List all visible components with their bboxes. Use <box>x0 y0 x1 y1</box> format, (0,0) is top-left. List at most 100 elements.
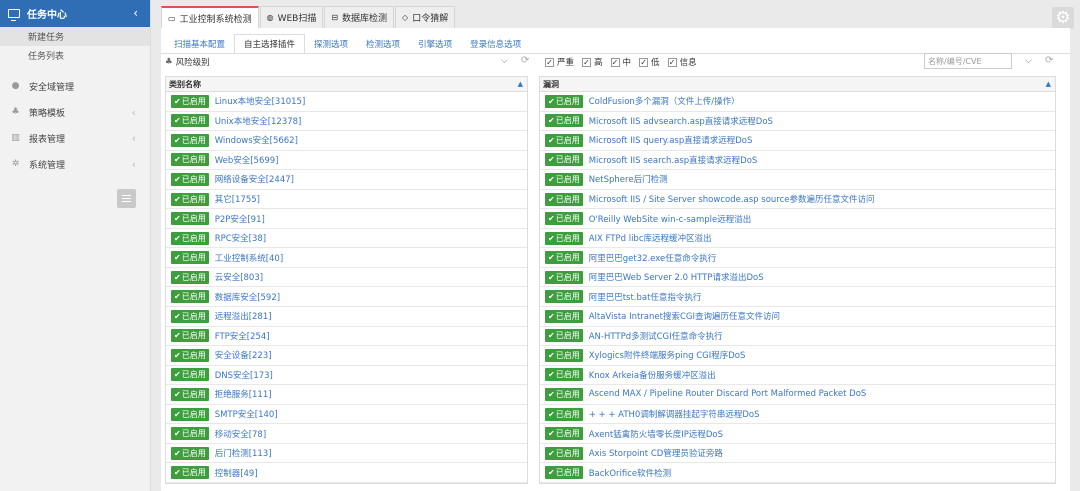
vulnerability-row[interactable]: ✔ 已启用 Axis Storpoint CD管理员验证旁路 <box>540 444 1055 464</box>
enabled-badge[interactable]: ✔ 已启用 <box>171 94 209 108</box>
category-row-label[interactable]: DNS安全[173] <box>215 369 273 381</box>
vulnerability-row[interactable]: ✔ 已启用 O'Reilly WebSite win-c-sample远程溢出 <box>540 209 1055 229</box>
enabled-badge[interactable]: ✔ 已启用 <box>171 231 209 245</box>
category-row[interactable]: ✔ 已启用 安全设备[223] <box>166 346 527 366</box>
enabled-badge[interactable]: ✔ 已启用 <box>171 407 209 421</box>
refresh-icon[interactable]: ⟳ <box>1045 55 1053 66</box>
category-row-label[interactable]: P2P安全[91] <box>215 213 265 225</box>
tab-industrial-control[interactable]: ▭ 工业控制系统检测 <box>161 6 259 28</box>
enabled-badge[interactable]: ✔ 已启用 <box>545 192 583 206</box>
enabled-badge[interactable]: ✔ 已启用 <box>171 212 209 226</box>
subtab-select-plugins[interactable]: 自主选择插件 <box>234 34 306 54</box>
vulnerability-row-label[interactable]: NetSphere后门检测 <box>589 173 668 185</box>
vulnerability-header[interactable]: 漏洞 ▲ <box>540 77 1055 92</box>
risk-level-selector[interactable]: ♣ 风险级别 <box>165 56 210 68</box>
category-row[interactable]: ✔ 已启用 数据库安全[592] <box>166 287 527 308</box>
subtab-scan-basic-config[interactable]: 扫描基本配置 <box>165 34 234 54</box>
category-row[interactable]: ✔ 已启用 云安全[803] <box>166 268 527 288</box>
category-row[interactable]: ✔ 已启用 移动安全[78] <box>166 424 527 444</box>
subtab-engine-options[interactable]: 引擎选项 <box>409 34 461 54</box>
chevron-down-icon[interactable]: ⌵ <box>501 56 508 66</box>
vulnerability-row[interactable]: ✔ 已启用 Ascend MAX / Pipeline Router Discard… <box>540 385 1055 405</box>
category-row[interactable]: ✔ 已启用 其它[1755] <box>166 190 527 210</box>
category-row-label[interactable]: 云安全[803] <box>215 271 263 283</box>
vulnerability-row[interactable]: ✔ 已启用 阿里巴巴Web Server 2.0 HTTP请求溢出DoS <box>540 268 1055 288</box>
enabled-badge[interactable]: ✔ 已启用 <box>171 270 209 284</box>
vulnerability-row-label[interactable]: BackOrifice软件检测 <box>589 467 671 479</box>
category-row[interactable]: ✔ 已启用 RPC安全[38] <box>166 229 527 249</box>
vulnerability-row-label[interactable]: Microsoft IIS search.asp直接请求远程DoS <box>589 154 758 166</box>
vulnerability-row[interactable]: ✔ 已启用 Microsoft IIS advsearch.asp直接请求远程DoS <box>540 112 1055 132</box>
enabled-badge[interactable]: ✔ 已启用 <box>545 153 583 167</box>
category-row-label[interactable]: 远程溢出[281] <box>215 310 272 322</box>
enabled-badge[interactable]: ✔ 已启用 <box>545 251 583 265</box>
vulnerability-row[interactable]: ✔ 已启用 AIX FTPd libc库远程缓冲区溢出 <box>540 229 1055 249</box>
category-row-label[interactable]: SMTP安全[140] <box>215 408 278 420</box>
sidebar-header-task-center[interactable]: 任务中心 ‹ <box>0 0 150 27</box>
enabled-badge[interactable]: ✔ 已启用 <box>171 172 209 186</box>
vulnerability-row[interactable]: ✔ 已启用 Microsoft IIS / Site Server showcode… <box>540 190 1055 210</box>
category-row[interactable]: ✔ 已启用 Windows安全[5662] <box>166 131 527 151</box>
sort-asc-icon[interactable]: ▲ <box>1046 80 1051 88</box>
vulnerability-row-label[interactable]: Knox Arkeia备份服务缓冲区溢出 <box>589 369 716 381</box>
vulnerability-row-label[interactable]: Microsoft IIS / Site Server showcode.asp… <box>589 193 875 205</box>
category-row[interactable]: ✔ 已启用 后门检测[113] <box>166 444 527 464</box>
category-row-label[interactable]: 工业控制系统[40] <box>215 252 283 264</box>
vulnerability-row[interactable]: ✔ 已启用 NetSphere后门检测 <box>540 170 1055 190</box>
vulnerability-row[interactable]: ✔ 已启用 Xylogics附件终端服务ping CGI程序DoS <box>540 346 1055 366</box>
enabled-badge[interactable]: ✔ 已启用 <box>545 348 583 362</box>
checkbox-severity-medium[interactable]: ✓ 中 <box>610 56 631 68</box>
enabled-badge[interactable]: ✔ 已启用 <box>545 290 583 304</box>
category-row-label[interactable]: 移动安全[78] <box>215 428 266 440</box>
sidebar-item-policy-template[interactable]: ♣ 策略模板 ‹ <box>0 99 150 125</box>
vulnerability-row-label[interactable]: + + + ATH0调制解调器挂起字符串远程DoS <box>589 408 760 420</box>
enabled-badge[interactable]: ✔ 已启用 <box>171 133 209 147</box>
sidebar-subitem-task-list[interactable]: 任务列表 <box>0 46 150 65</box>
vulnerability-row[interactable]: ✔ 已启用 阿里巴巴get32.exe任意命令执行 <box>540 248 1055 268</box>
subtab-check-options[interactable]: 检测选项 <box>357 34 409 54</box>
vulnerability-row-label[interactable]: O'Reilly WebSite win-c-sample远程溢出 <box>589 213 752 225</box>
tab-database-check[interactable]: ⊟ 数据库检测 <box>324 6 395 28</box>
category-row[interactable]: ✔ 已启用 FTP安全[254] <box>166 327 527 347</box>
subtab-login-info-options[interactable]: 登录信息选项 <box>461 34 530 54</box>
category-row-label[interactable]: 控制器[49] <box>215 467 258 479</box>
category-row-label[interactable]: Unix本地安全[12378] <box>215 115 302 127</box>
enabled-badge[interactable]: ✔ 已启用 <box>545 427 583 441</box>
vulnerability-row[interactable]: ✔ 已启用 AltaVista Intranet搜索CGI查询遍历任意文件访问 <box>540 307 1055 327</box>
vulnerability-row-label[interactable]: Xylogics附件终端服务ping CGI程序DoS <box>589 349 746 361</box>
enabled-badge[interactable]: ✔ 已启用 <box>171 427 209 441</box>
vulnerability-row-label[interactable]: Axent猛禽防火墙零长度IP远程DoS <box>589 428 723 440</box>
category-row[interactable]: ✔ 已启用 网络设备安全[2447] <box>166 170 527 190</box>
enabled-badge[interactable]: ✔ 已启用 <box>171 114 209 128</box>
refresh-icon[interactable]: ⟳ <box>521 55 529 66</box>
tab-web-scan[interactable]: ◍ WEB扫描 <box>259 6 324 28</box>
category-row-label[interactable]: Web安全[5699] <box>215 154 279 166</box>
vulnerability-row-label[interactable]: 阿里巴巴Web Server 2.0 HTTP请求溢出DoS <box>589 271 764 283</box>
enabled-badge[interactable]: ✔ 已启用 <box>171 251 209 265</box>
enabled-badge[interactable]: ✔ 已启用 <box>545 368 583 382</box>
enabled-badge[interactable]: ✔ 已启用 <box>545 407 583 421</box>
enabled-badge[interactable]: ✔ 已启用 <box>545 212 583 226</box>
vulnerability-row-label[interactable]: 阿里巴巴get32.exe任意命令执行 <box>589 252 717 264</box>
category-row[interactable]: ✔ 已启用 工业控制系统[40] <box>166 248 527 268</box>
vulnerability-row-label[interactable]: 阿里巴巴tst.bat任意指令执行 <box>589 291 702 303</box>
category-row-label[interactable]: FTP安全[254] <box>215 330 270 342</box>
category-row[interactable]: ✔ 已启用 远程溢出[281] <box>166 307 527 327</box>
vulnerability-row-label[interactable]: Microsoft IIS query.asp直接请求远程DoS <box>589 134 753 146</box>
enabled-badge[interactable]: ✔ 已启用 <box>545 270 583 284</box>
subtab-probe-options[interactable]: 探测选项 <box>305 34 357 54</box>
category-row[interactable]: ✔ 已启用 Unix本地安全[12378] <box>166 112 527 132</box>
vulnerability-row-label[interactable]: Axis Storpoint CD管理员验证旁路 <box>589 447 723 459</box>
checkbox-severity-info[interactable]: ✓ 信息 <box>667 56 697 68</box>
enabled-badge[interactable]: ✔ 已启用 <box>171 309 209 323</box>
sidebar-item-report-management[interactable]: ▥ 报表管理 ‹ <box>0 125 150 151</box>
sort-asc-icon[interactable]: ▲ <box>518 80 523 88</box>
category-row[interactable]: ✔ 已启用 控制器[49] <box>166 463 527 483</box>
vulnerability-row[interactable]: ✔ 已启用 阿里巴巴tst.bat任意指令执行 <box>540 287 1055 308</box>
enabled-badge[interactable]: ✔ 已启用 <box>171 348 209 362</box>
enabled-badge[interactable]: ✔ 已启用 <box>545 387 583 401</box>
checkbox-severity-high[interactable]: ✓ 高 <box>582 56 603 68</box>
enabled-badge[interactable]: ✔ 已启用 <box>545 133 583 147</box>
settings-gear-icon[interactable]: ⚙ <box>1052 7 1074 29</box>
enabled-badge[interactable]: ✔ 已启用 <box>171 446 209 460</box>
